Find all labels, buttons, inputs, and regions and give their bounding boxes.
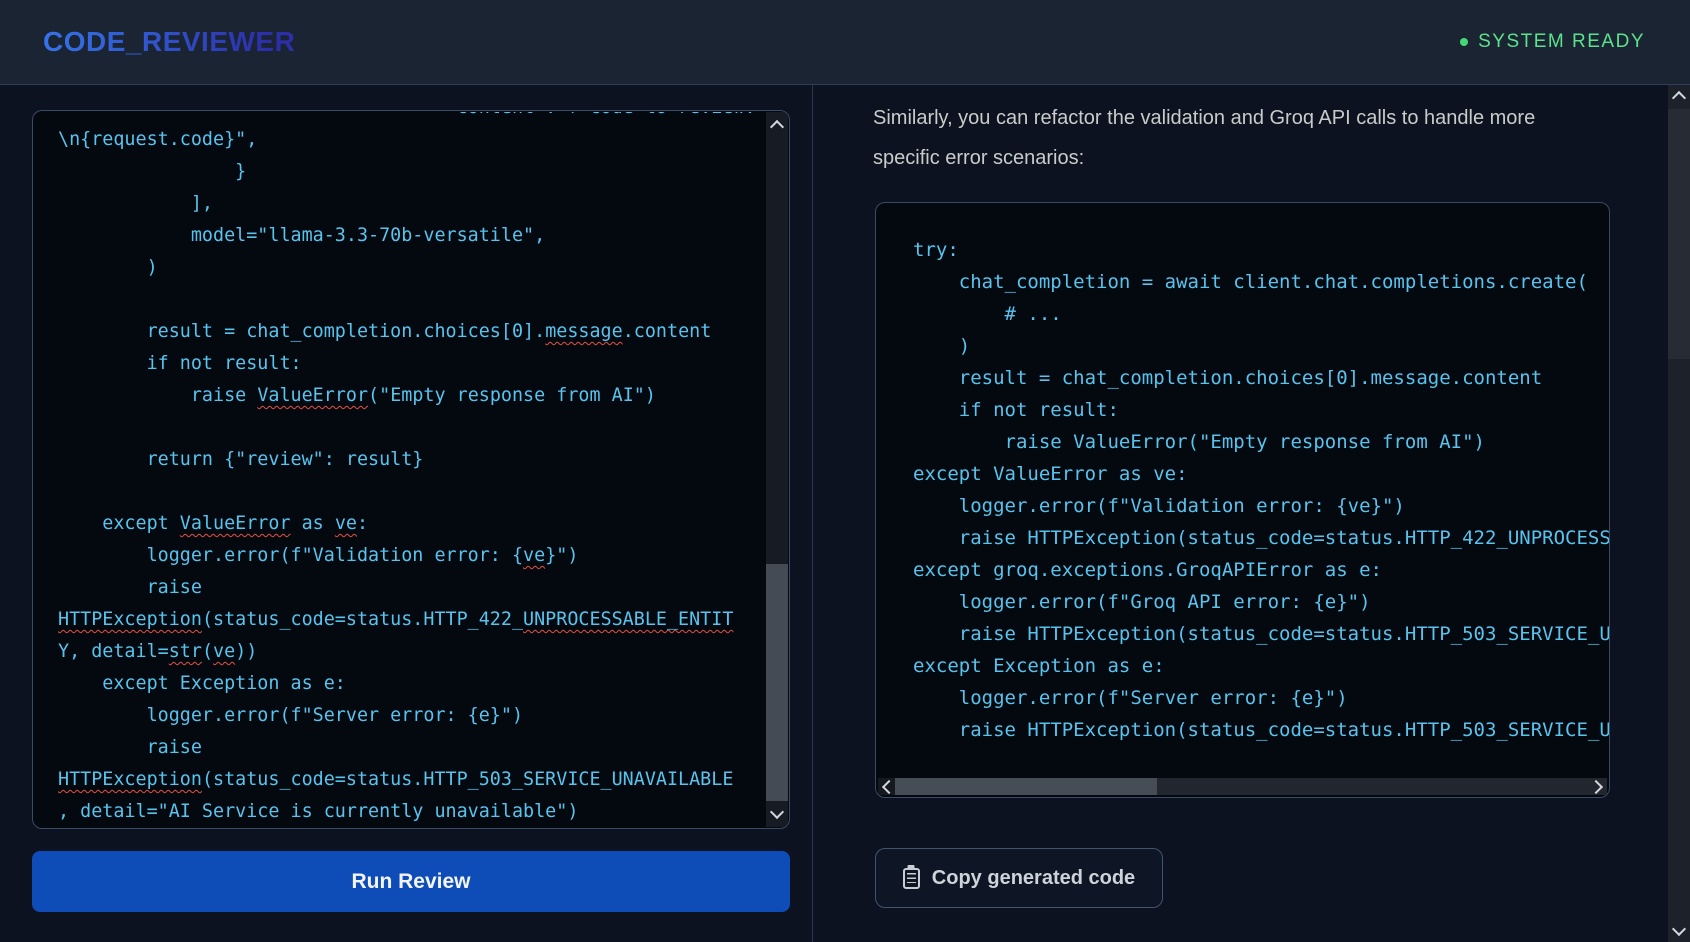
generated-code-line: logger.error(f"Groq API error: {e}") [913, 586, 1609, 618]
editor-row [58, 284, 766, 316]
status-dot-icon [1460, 38, 1468, 46]
chevron-down-icon [770, 805, 784, 819]
header: CODE_REVIEWER SYSTEM READY [0, 0, 1690, 85]
editor-row: logger.error(f"Server error: {e}") [58, 700, 766, 732]
generated-code-line: except Exception as e: [913, 650, 1609, 682]
generated-code-line: raise HTTPException(status_code=status.H… [913, 618, 1609, 650]
copy-generated-code-button[interactable]: Copy generated code [875, 848, 1163, 908]
editor-row: , detail="AI Service is currently unavai… [58, 796, 766, 827]
code-input[interactable]: "content": f"Code to review:\n{request.c… [32, 110, 790, 829]
page-scrollbar[interactable] [1668, 85, 1690, 942]
hscroll-right-button[interactable] [1589, 778, 1607, 795]
chevron-down-icon [1672, 922, 1686, 936]
page-scroll-down-button[interactable] [1668, 920, 1690, 942]
editor-row [58, 476, 766, 508]
generated-code-line: chat_completion = await client.chat.comp… [913, 266, 1609, 298]
chevron-up-icon [1672, 91, 1686, 105]
editor-scroll-down-button[interactable] [766, 801, 788, 827]
code-input-viewport: "content": f"Code to review:\n{request.c… [34, 112, 766, 827]
editor-row: return {"review": result} [58, 444, 766, 476]
generated-code-line: logger.error(f"Validation error: {ve}") [913, 490, 1609, 522]
generated-code-block: try: chat_completion = await client.chat… [875, 202, 1610, 798]
editor-row [58, 412, 766, 444]
hscrollbar-thumb[interactable] [895, 778, 1157, 795]
editor-scroll-up-button[interactable] [766, 112, 788, 138]
editor-row: HTTPException(status_code=status.HTTP_50… [58, 764, 766, 796]
generated-code-hscrollbar[interactable] [878, 778, 1607, 795]
clipboard-icon [903, 868, 920, 889]
editor-row: raise ValueError("Empty response from AI… [58, 380, 766, 412]
editor-row: except Exception as e: [58, 668, 766, 700]
generated-code-line: ) [913, 330, 1609, 362]
editor-row: result = chat_completion.choices[0].mess… [58, 316, 766, 348]
editor-scrollbar-thumb[interactable] [766, 564, 788, 806]
review-intro-line2: specific error scenarios: [873, 138, 1613, 178]
editor-row: ], [58, 188, 766, 220]
page-scrollbar-thumb[interactable] [1668, 109, 1690, 359]
editor-content: "content": f"Code to review:\n{request.c… [34, 112, 766, 827]
editor-row: raise [58, 732, 766, 764]
chevron-right-icon [1589, 779, 1603, 793]
editor-scrollbar[interactable] [766, 112, 788, 827]
chevron-up-icon [770, 120, 784, 134]
generated-code-line: raise HTTPException(status_code=status.H… [913, 522, 1609, 554]
chevron-left-icon [882, 779, 896, 793]
generated-code-line: try: [913, 234, 1609, 266]
generated-code-line: result = chat_completion.choices[0].mess… [913, 362, 1609, 394]
editor-row: model="llama-3.3-70b-versatile", [58, 220, 766, 252]
status-badge: SYSTEM READY [1460, 31, 1645, 53]
hscroll-left-button[interactable] [878, 778, 896, 795]
app-root: CODE_REVIEWER SYSTEM READY "content": f"… [0, 0, 1690, 942]
generated-code-line: except groq.exceptions.GroqAPIError as e… [913, 554, 1609, 586]
column-divider [812, 85, 813, 942]
editor-row: ) [58, 252, 766, 284]
review-intro-line1: Similarly, you can refactor the validati… [873, 98, 1613, 138]
editor-row: except ValueError as ve: [58, 508, 766, 540]
run-review-button[interactable]: Run Review [32, 851, 790, 912]
generated-code-line: # ... [913, 298, 1609, 330]
generated-code-line: raise ValueError("Empty response from AI… [913, 426, 1609, 458]
editor-row: raise [58, 572, 766, 604]
editor-row: HTTPException(status_code=status.HTTP_42… [58, 604, 766, 636]
copy-button-label: Copy generated code [932, 867, 1135, 890]
generated-code-line: logger.error(f"Server error: {e}") [913, 682, 1609, 714]
page-scroll-up-button[interactable] [1668, 85, 1690, 107]
editor-row: logger.error(f"Validation error: {ve}") [58, 540, 766, 572]
app-logo: CODE_REVIEWER [43, 26, 295, 58]
editor-row: "content": f"Code to review: [58, 112, 766, 124]
editor-row: \n{request.code}", [58, 124, 766, 156]
generated-code-line: if not result: [913, 394, 1609, 426]
editor-row: if not result: [58, 348, 766, 380]
status-label: SYSTEM READY [1478, 31, 1645, 53]
editor-row: Y, detail=str(ve)) [58, 636, 766, 668]
generated-code-lines: try: chat_completion = await client.chat… [913, 234, 1609, 746]
generated-code-line: raise HTTPException(status_code=status.H… [913, 714, 1609, 746]
editor-row: } [58, 156, 766, 188]
generated-code-line: except ValueError as ve: [913, 458, 1609, 490]
review-intro: Similarly, you can refactor the validati… [873, 98, 1613, 178]
